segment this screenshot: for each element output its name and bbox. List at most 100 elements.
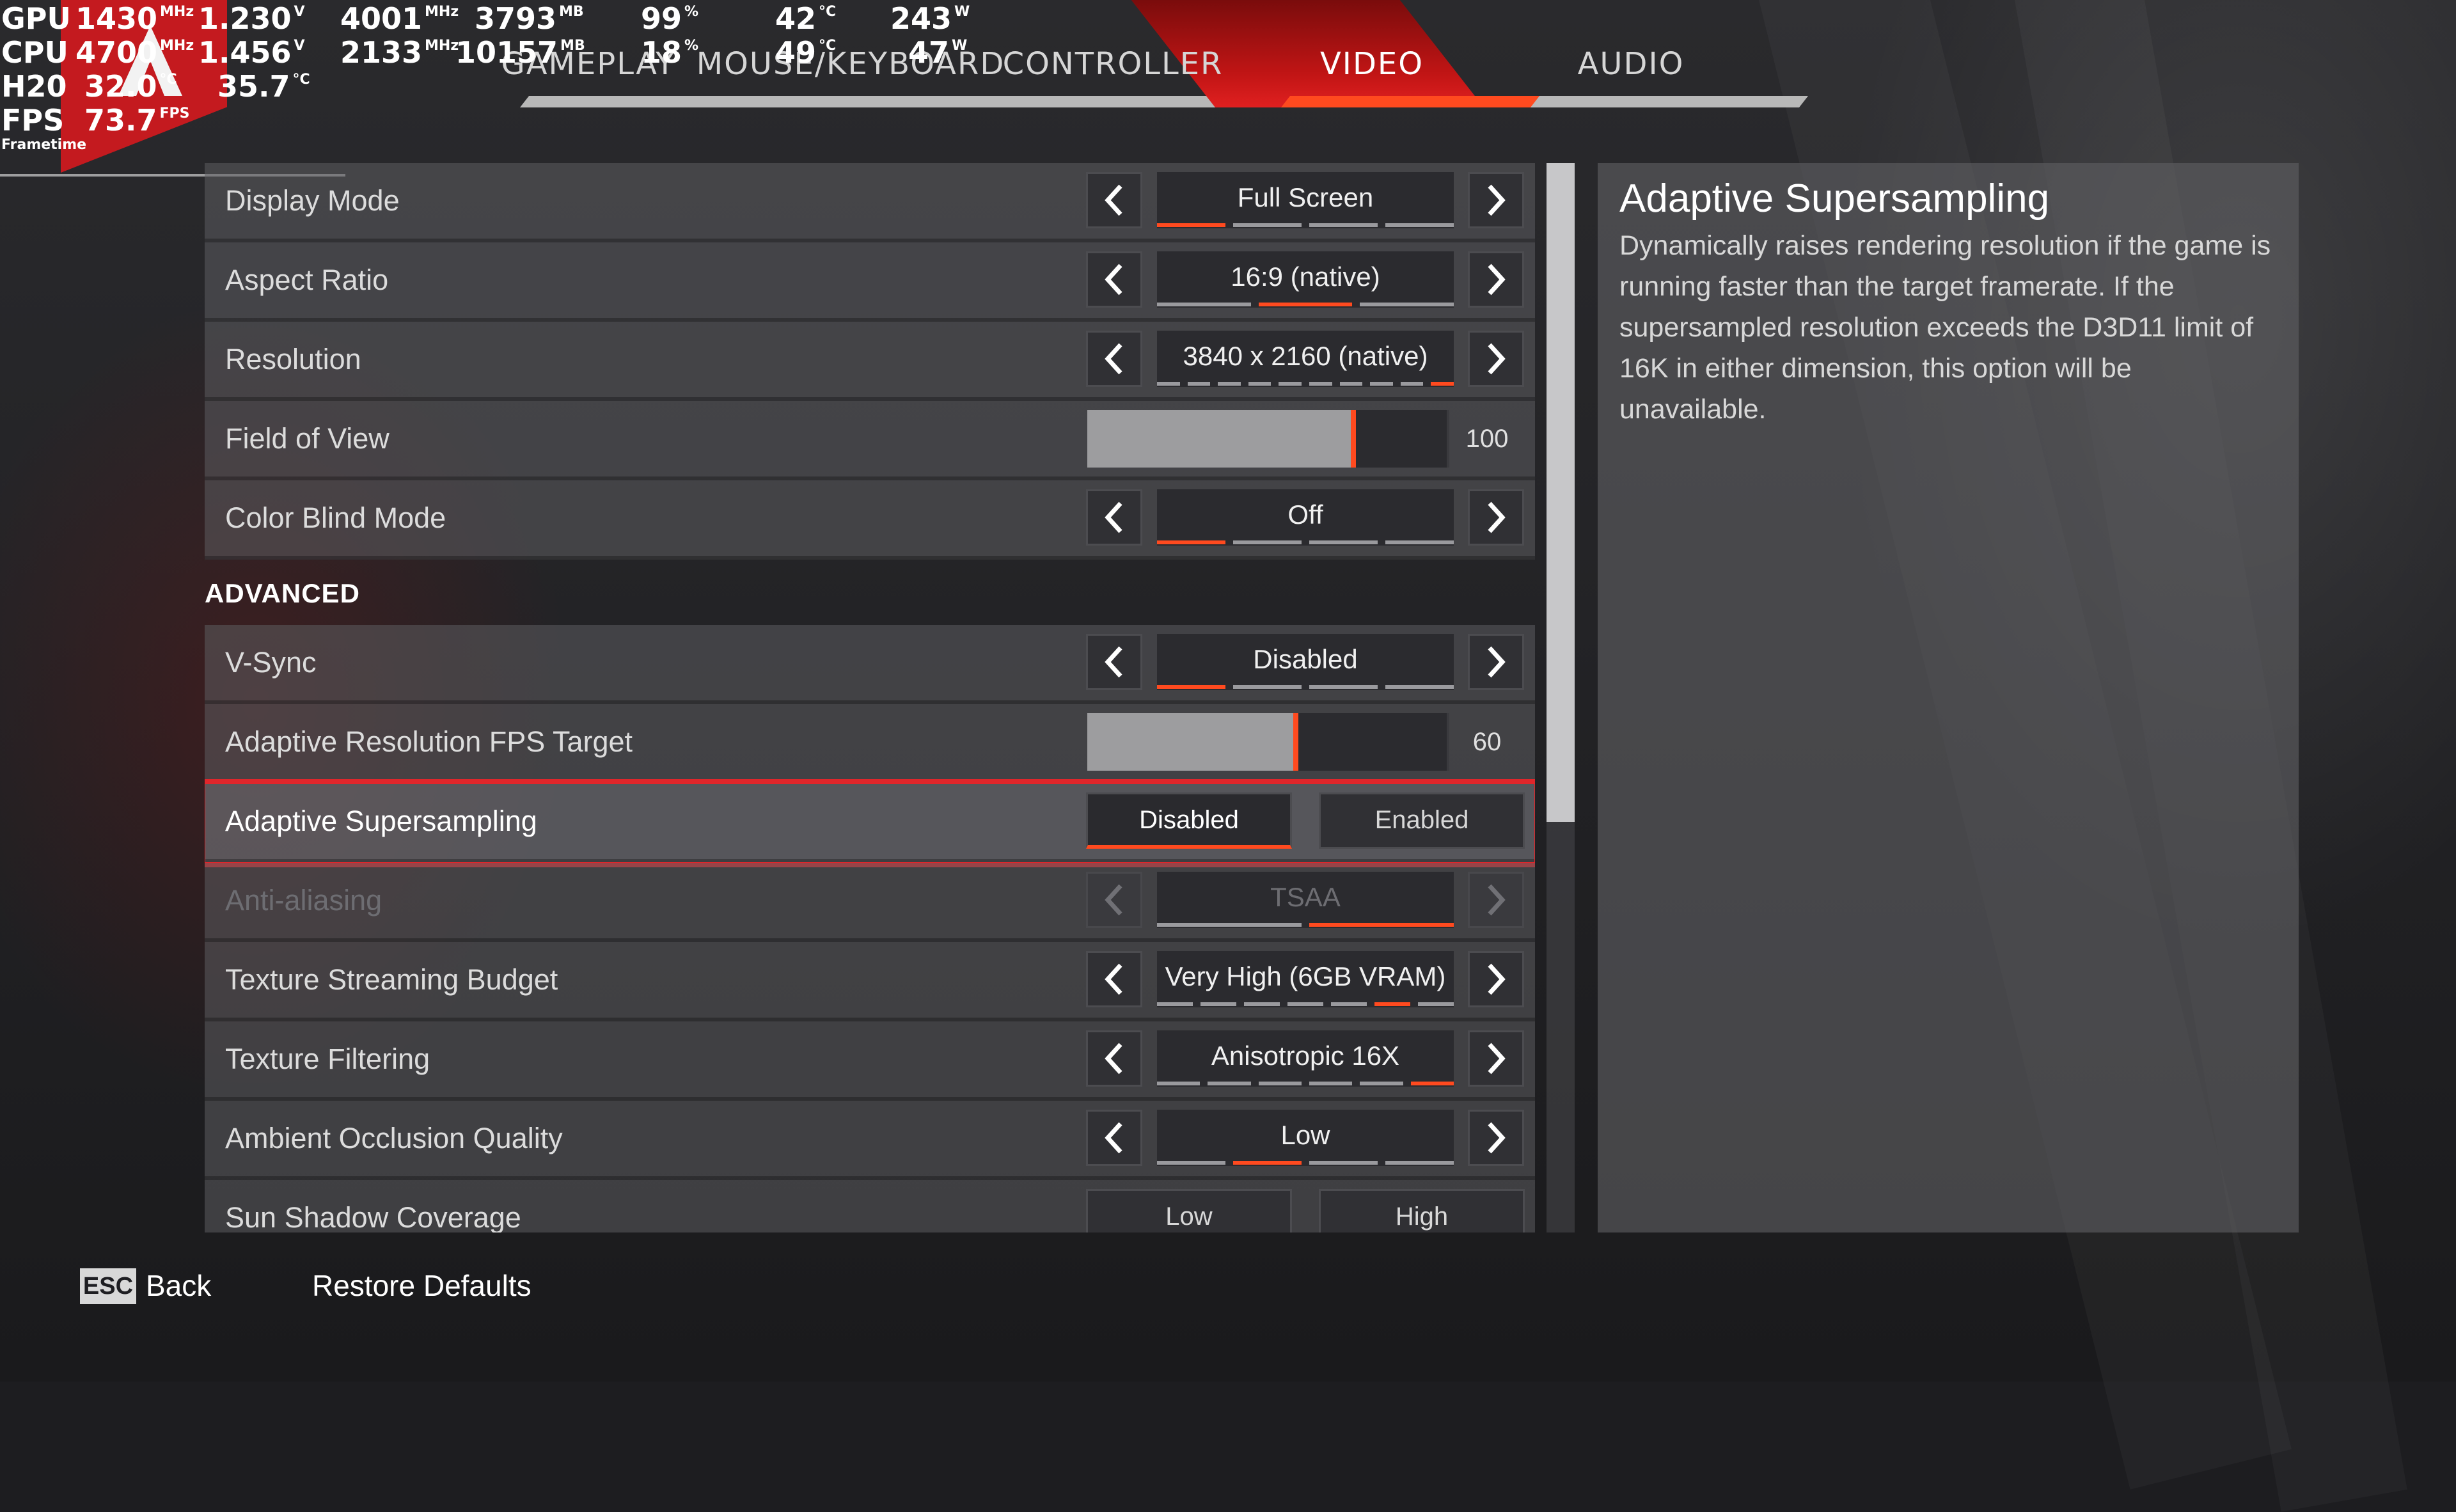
selector-pip [1258, 1082, 1302, 1085]
arrow-left-button [1086, 872, 1142, 928]
arrow-right-button[interactable] [1468, 1030, 1524, 1087]
setting-label: Field of View [225, 422, 390, 455]
arrow-right-button[interactable] [1468, 1110, 1524, 1166]
toggle-enabled-option[interactable]: Enabled [1319, 792, 1525, 849]
setting-row-texture-streaming-budget[interactable]: Texture Streaming Budget Very High (6GB … [205, 942, 1535, 1021]
chevron-right-icon [1488, 501, 1506, 533]
chevron-right-icon [1488, 184, 1506, 216]
fov-slider[interactable] [1087, 410, 1447, 468]
setting-label: Adaptive Resolution FPS Target [225, 725, 633, 758]
selector-pip [1339, 382, 1363, 386]
scrollbar-thumb[interactable] [1547, 163, 1575, 822]
selector-pips [1157, 382, 1454, 386]
slider-handle[interactable] [1293, 713, 1298, 771]
chevron-right-icon [1488, 1122, 1506, 1154]
overlay-cpu-temp: 49 °C [775, 35, 837, 70]
selector-pip [1431, 382, 1454, 386]
selector-pip [1309, 685, 1378, 689]
overlay-ram-clock: 2133 MHz [340, 35, 459, 70]
footer-bar: ESC Back Restore Defaults [0, 1257, 2456, 1334]
arrow-right-button[interactable] [1468, 634, 1524, 690]
selector-pip [1218, 382, 1241, 386]
esc-key-icon: ESC [80, 1268, 136, 1304]
selector-pip [1233, 685, 1302, 689]
tab-audio[interactable]: AUDIO [1535, 0, 1727, 96]
selector-pip [1279, 382, 1302, 386]
arrow-left-button[interactable] [1086, 634, 1142, 690]
chevron-left-icon [1105, 184, 1122, 216]
selector-pip [1309, 923, 1454, 927]
settings-scrollbar[interactable] [1547, 163, 1575, 1232]
setting-row-color-blind-mode[interactable]: Color Blind Mode Off [205, 480, 1535, 560]
selector-pip [1248, 382, 1271, 386]
setting-label: Texture Filtering [225, 1043, 430, 1075]
selector-pip [1370, 382, 1393, 386]
overlay-cpu-label: CPU [1, 35, 68, 70]
fps-target-slider[interactable] [1087, 713, 1447, 771]
description-panel: Adaptive Supersampling Dynamically raise… [1598, 163, 2299, 1232]
arrow-left-button[interactable] [1086, 1110, 1142, 1166]
slider-fill [1087, 410, 1353, 468]
chevron-left-icon [1105, 1122, 1122, 1154]
setting-label: V-Sync [225, 646, 317, 679]
arrow-left-button[interactable] [1086, 489, 1142, 546]
selector-pip [1244, 1002, 1280, 1006]
overlay-cpu-power: 47 W [908, 35, 968, 70]
setting-row-aspect-ratio[interactable]: Aspect Ratio 16:9 (native) [205, 242, 1535, 322]
chevron-left-icon [1105, 646, 1122, 678]
overlay-cpu-clock: 4700 MHz [75, 35, 194, 70]
selector-value: TSAA [1270, 882, 1341, 912]
selector-pip [1157, 223, 1225, 227]
selector-pip [1418, 1002, 1454, 1006]
overlay-fps-value: 73.7 FPS [84, 103, 190, 138]
selector-value: Anisotropic 16X [1211, 1041, 1400, 1071]
selector-pip [1157, 540, 1225, 544]
toggle-disabled-option[interactable]: Disabled [1086, 792, 1292, 849]
overlay-frametime-label: Frametime [1, 137, 87, 153]
arrow-right-button[interactable] [1468, 172, 1524, 228]
arrow-left-button[interactable] [1086, 172, 1142, 228]
selector-pips [1157, 923, 1454, 927]
selector-pip [1385, 223, 1454, 227]
selector-pip [1309, 223, 1378, 227]
overlay-fps-label: FPS [1, 103, 65, 138]
arrow-left-button[interactable] [1086, 951, 1142, 1007]
overlay-gpu-mem-used: 3793 MB [475, 1, 584, 36]
setting-row-sun-shadow-coverage[interactable]: Sun Shadow Coverage Low High [205, 1180, 1535, 1232]
setting-row-ambient-occlusion[interactable]: Ambient Occlusion Quality Low [205, 1101, 1535, 1180]
arrow-right-button[interactable] [1468, 489, 1524, 546]
selector-pip [1360, 1082, 1403, 1085]
setting-row-adaptive-fps-target[interactable]: Adaptive Resolution FPS Target 60 [205, 704, 1535, 784]
selector-pips [1157, 540, 1454, 544]
setting-row-vsync[interactable]: V-Sync Disabled [205, 625, 1535, 704]
arrow-left-button[interactable] [1086, 251, 1142, 308]
setting-row-display-mode[interactable]: Display Mode Full Screen [205, 163, 1535, 242]
selector-pip [1385, 1161, 1454, 1165]
setting-label: Adaptive Supersampling [225, 805, 537, 837]
tab-controller[interactable]: CONTROLLER [998, 0, 1228, 96]
arrow-left-button[interactable] [1086, 1030, 1142, 1087]
selector-pip [1157, 923, 1302, 927]
tab-video[interactable]: VIDEO [1279, 0, 1465, 96]
slider-handle[interactable] [1351, 410, 1356, 468]
description-title: Adaptive Supersampling [1619, 177, 2050, 221]
toggle-high-option[interactable]: High [1319, 1189, 1525, 1232]
selector-resolution: 3840 x 2160 (native) [1157, 331, 1454, 387]
arrow-right-button[interactable] [1468, 951, 1524, 1007]
arrow-right-button[interactable] [1468, 331, 1524, 387]
selector-texture-filtering: Anisotropic 16X [1157, 1030, 1454, 1087]
arrow-right-button[interactable] [1468, 251, 1524, 308]
setting-row-field-of-view[interactable]: Field of View 100 [205, 401, 1535, 480]
setting-row-adaptive-supersampling[interactable]: Adaptive Supersampling Disabled Enabled [205, 779, 1535, 867]
back-label[interactable]: Back [146, 1263, 211, 1308]
selector-pip [1360, 303, 1454, 306]
toggle-low-option[interactable]: Low [1086, 1189, 1292, 1232]
setting-row-resolution[interactable]: Resolution 3840 x 2160 (native) [205, 322, 1535, 401]
selector-pips [1157, 1082, 1454, 1085]
restore-defaults-button[interactable]: Restore Defaults [312, 1263, 531, 1308]
arrow-left-button[interactable] [1086, 331, 1142, 387]
setting-row-texture-filtering[interactable]: Texture Filtering Anisotropic 16X [205, 1021, 1535, 1101]
selector-value: Full Screen [1237, 182, 1374, 212]
overlay-ram-used: 10157 MB [455, 35, 585, 70]
chevron-left-icon [1105, 884, 1122, 916]
